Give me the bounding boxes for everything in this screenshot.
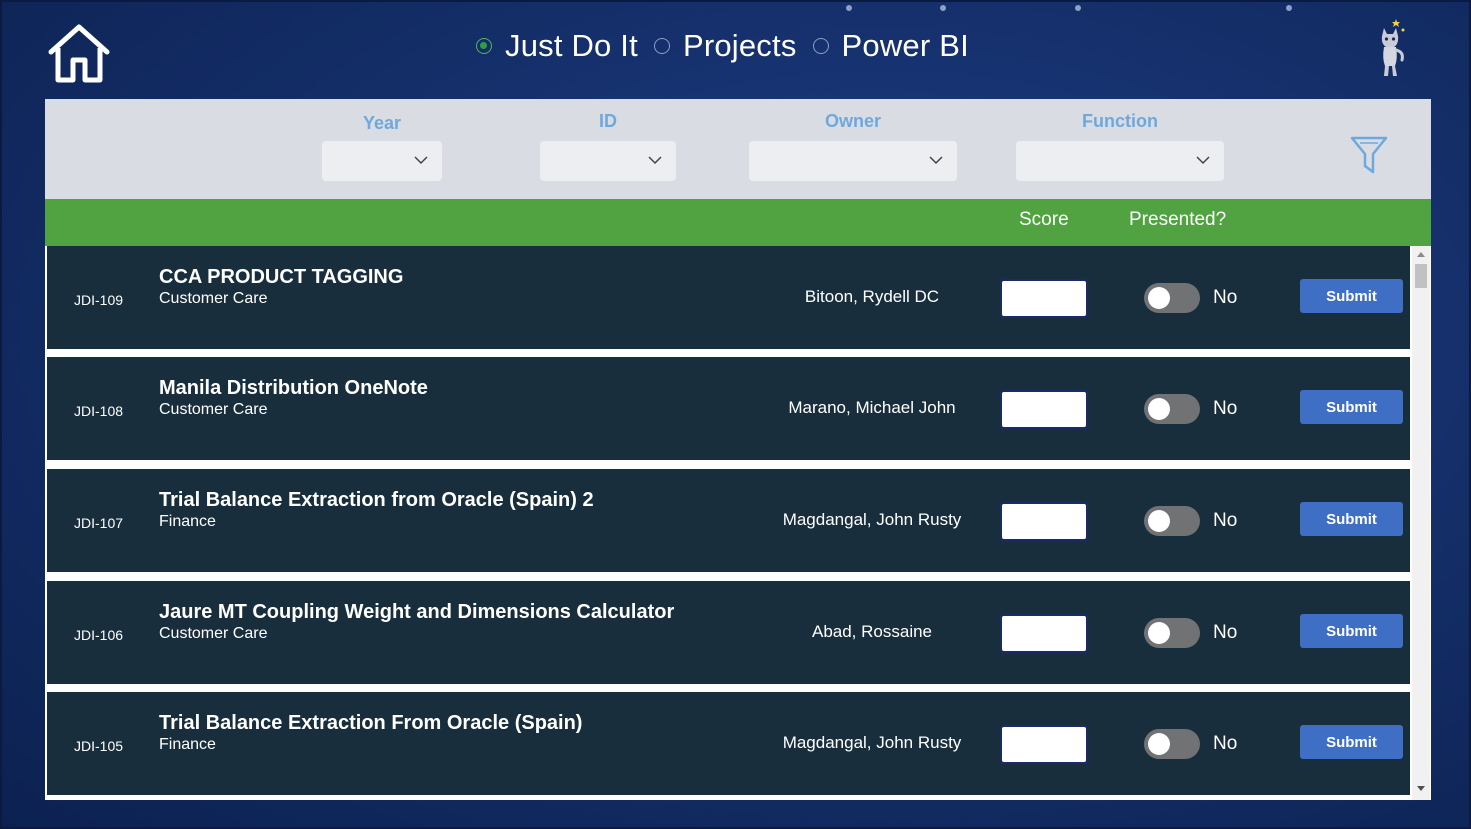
filter-label-year: Year <box>362 113 402 133</box>
project-owner: Magdangal, John Rusty <box>782 733 962 752</box>
project-owner: Bitoon, Rydell DC <box>804 287 940 306</box>
nav-label: Just Do It <box>505 28 638 63</box>
toggle-knob <box>1148 287 1170 309</box>
score-input[interactable] <box>1000 390 1088 429</box>
radio-icon[interactable] <box>653 38 670 54</box>
id-dropdown[interactable] <box>540 141 676 181</box>
list-item[interactable]: JDI-106 Jaure MT Coupling Weight and Dim… <box>47 581 1410 684</box>
project-id: JDI-109 <box>74 292 124 308</box>
score-column-header: Score <box>1019 209 1069 230</box>
vertical-scrollbar[interactable] <box>1412 246 1430 800</box>
function-dropdown[interactable] <box>1016 141 1224 181</box>
submit-button[interactable]: Submit <box>1300 390 1403 424</box>
toggle-knob <box>1148 733 1170 755</box>
mascot-icon <box>1372 16 1408 80</box>
scroll-up-icon[interactable] <box>1417 252 1425 257</box>
list-item[interactable]: JDI-108 Manila Distribution OneNote Cust… <box>47 357 1410 460</box>
list-item[interactable]: JDI-107 Trial Balance Extraction from Or… <box>47 469 1410 572</box>
presented-status: No <box>1213 287 1238 308</box>
submit-button[interactable]: Submit <box>1300 725 1403 759</box>
project-function: Customer Care <box>159 290 268 307</box>
filter-label-owner: Owner <box>824 111 881 131</box>
presented-status: No <box>1213 398 1238 419</box>
presented-status: No <box>1213 733 1238 754</box>
chevron-down-icon <box>648 156 662 165</box>
project-id: JDI-108 <box>74 403 124 419</box>
project-function: Customer Care <box>159 401 268 418</box>
project-title: Trial Balance Extraction from Oracle (Sp… <box>159 489 594 511</box>
radio-icon[interactable] <box>812 38 829 54</box>
app-navigation: Just Do It Projects Power BI <box>476 24 985 68</box>
project-id: JDI-105 <box>74 738 124 754</box>
project-list: JDI-109 CCA PRODUCT TAGGING Customer Car… <box>45 246 1431 800</box>
submit-button[interactable]: Submit <box>1300 279 1403 313</box>
nav-just-do-it[interactable]: Just Do It <box>476 28 638 64</box>
filter-label-function: Function <box>1082 111 1158 131</box>
score-input[interactable] <box>1000 614 1088 653</box>
project-title: Manila Distribution OneNote <box>159 377 428 399</box>
score-input[interactable] <box>1000 725 1088 764</box>
chevron-down-icon <box>929 156 943 165</box>
filter-bar: Year ID Owner Function <box>45 99 1431 199</box>
chevron-down-icon <box>1196 156 1210 165</box>
list-item[interactable]: JDI-105 Trial Balance Extraction From Or… <box>47 692 1410 795</box>
chevron-down-icon <box>414 156 428 165</box>
table-header-bar: Score Presented? <box>45 199 1431 246</box>
toggle-knob <box>1148 622 1170 644</box>
scroll-down-icon[interactable] <box>1417 786 1425 791</box>
list-item[interactable]: JDI-109 CCA PRODUCT TAGGING Customer Car… <box>47 246 1410 349</box>
year-dropdown[interactable] <box>322 141 442 181</box>
project-function: Finance <box>159 736 216 753</box>
presented-toggle[interactable] <box>1144 729 1200 759</box>
presented-column-header: Presented? <box>1129 209 1227 230</box>
nav-power-bi[interactable]: Power BI <box>812 28 969 64</box>
score-input[interactable] <box>1000 502 1088 541</box>
toggle-knob <box>1148 510 1170 532</box>
project-owner: Marano, Michael John <box>788 398 956 417</box>
project-id: JDI-107 <box>74 515 124 531</box>
project-title: Trial Balance Extraction From Oracle (Sp… <box>159 712 583 734</box>
radio-selected-icon[interactable] <box>476 38 492 54</box>
submit-button[interactable]: Submit <box>1300 614 1403 648</box>
presented-toggle[interactable] <box>1144 394 1200 424</box>
nav-label: Power BI <box>841 28 969 63</box>
project-title: Jaure MT Coupling Weight and Dimensions … <box>159 601 675 623</box>
presented-toggle[interactable] <box>1144 618 1200 648</box>
project-owner: Magdangal, John Rusty <box>782 510 962 529</box>
decorative-dot <box>846 5 852 11</box>
filter-label-id: ID <box>599 111 617 131</box>
project-title: CCA PRODUCT TAGGING <box>159 266 404 288</box>
decorative-dot <box>1075 5 1081 11</box>
presented-toggle[interactable] <box>1144 283 1200 313</box>
owner-dropdown[interactable] <box>749 141 957 181</box>
presented-status: No <box>1213 510 1238 531</box>
presented-status: No <box>1213 622 1238 643</box>
project-function: Customer Care <box>159 625 268 642</box>
nav-projects[interactable]: Projects <box>653 28 797 64</box>
project-id: JDI-106 <box>74 627 124 643</box>
project-function: Finance <box>159 513 216 530</box>
decorative-dot <box>1286 5 1292 11</box>
decorative-dot <box>940 5 946 11</box>
home-icon[interactable] <box>46 22 112 86</box>
filter-funnel-icon[interactable] <box>1349 134 1389 176</box>
score-input[interactable] <box>1000 279 1088 318</box>
presented-toggle[interactable] <box>1144 506 1200 536</box>
submit-button[interactable]: Submit <box>1300 502 1403 536</box>
toggle-knob <box>1148 398 1170 420</box>
project-owner: Abad, Rossaine <box>811 622 933 641</box>
nav-label: Projects <box>682 28 797 63</box>
scrollbar-thumb[interactable] <box>1415 264 1427 288</box>
